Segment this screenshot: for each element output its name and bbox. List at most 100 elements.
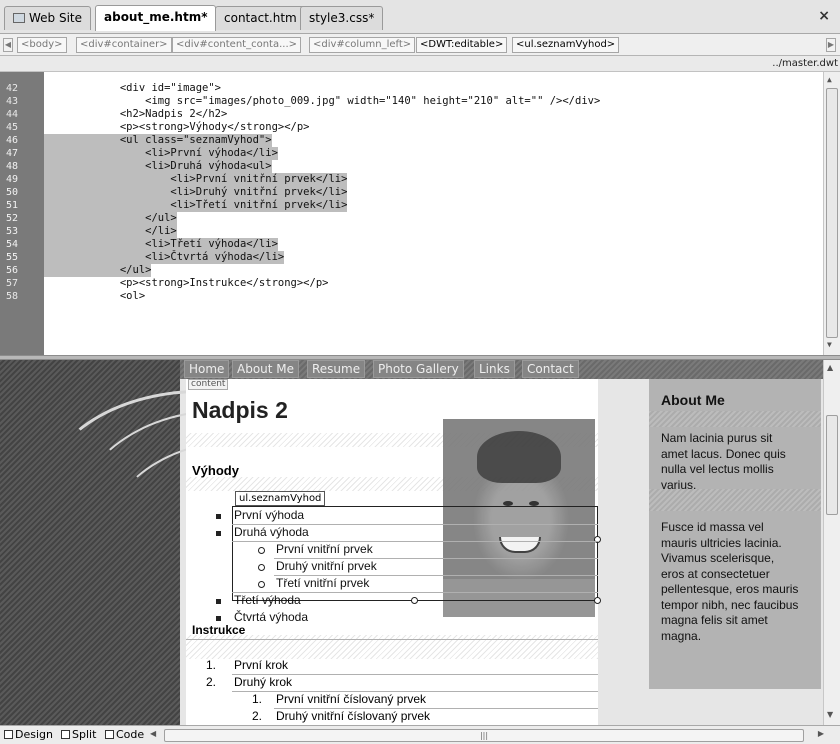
line-number: 56 <box>6 265 19 276</box>
list-item[interactable]: Třetí výhoda <box>234 593 301 608</box>
line-number: 50 <box>6 187 19 198</box>
tab-web-site[interactable]: Web Site <box>4 6 92 30</box>
ol-item[interactable]: Druhý krok <box>234 675 292 690</box>
code-text: <li>Čtvrtá výhoda</li> <box>44 251 285 264</box>
bullet <box>216 599 221 604</box>
tag-body[interactable]: <body> <box>17 37 67 53</box>
scrollbar-thumb[interactable] <box>826 415 838 515</box>
text-line: mauris ultricies lacinia. <box>661 535 782 550</box>
tag-dwt-editable[interactable]: <DWT:editable> <box>416 37 508 53</box>
page-heading[interactable]: Nadpis 2 <box>192 397 288 424</box>
editable-region-tag: content <box>188 379 229 390</box>
list-item[interactable]: Druhý vnitřní prvek <box>276 559 377 574</box>
text-line: Vivamus scelerisque, <box>661 551 775 565</box>
text-line: Fusce id massa vel <box>661 520 764 534</box>
code-line[interactable]: 42 <div id="image"> <box>0 82 820 95</box>
code-line[interactable]: 44 <h2>Nadpis 2</h2> <box>0 108 820 121</box>
ol-number: 2. <box>252 709 263 723</box>
resize-handle[interactable] <box>594 597 601 604</box>
ol-item[interactable]: Druhý vnitřní číslovaný prvek <box>276 709 430 724</box>
scrollbar-thumb[interactable] <box>826 88 838 338</box>
design-vertical-scrollbar[interactable]: ▲ ▼ <box>823 360 840 725</box>
code-line[interactable]: 47 <li>První výhoda</li> <box>0 147 820 160</box>
tag-div-container[interactable]: <div#container> <box>76 37 172 53</box>
ol-item[interactable]: První vnitřní číslovaný prvek <box>276 692 426 707</box>
scroll-right-icon[interactable]: ▶ <box>826 38 836 52</box>
code-vertical-scrollbar[interactable]: ▲ ▼ <box>823 72 840 355</box>
text-line: tempor nibh, nec faucibus <box>661 597 799 612</box>
scroll-down-icon[interactable]: ▼ <box>827 340 832 349</box>
scroll-up-icon[interactable]: ▲ <box>827 75 832 84</box>
code-line[interactable]: 45 <p><strong>Výhody</strong></p> <box>0 121 820 134</box>
code-line[interactable]: 48 <li>Druhá výhoda<ul> <box>0 160 820 173</box>
code-view[interactable]: 42 <div id="image"> 43 <img src="images/p… <box>0 72 840 355</box>
tab-style3-css[interactable]: style3.css* <box>300 6 384 30</box>
code-line[interactable]: 52 </ul> <box>0 212 820 225</box>
vyhody-heading[interactable]: Výhody <box>192 463 239 478</box>
nav-photo-gallery[interactable]: Photo Gallery <box>373 360 464 378</box>
scroll-right-icon[interactable]: ▶ <box>818 729 824 738</box>
code-line[interactable]: 43 <img src="images/photo_009.jpg" width… <box>0 95 820 108</box>
code-line[interactable]: 46 <ul class="seznamVyhod"> <box>0 134 820 147</box>
code-line[interactable]: 50 <li>Druhý vnitřní prvek</li> <box>0 186 820 199</box>
code-line[interactable]: 49 <li>První vnitřní prvek</li> <box>0 173 820 186</box>
tag-div-column-left[interactable]: <div#column_left> <box>309 37 416 53</box>
code-text: <ol> <box>44 290 146 302</box>
instrukce-heading[interactable]: Instrukce <box>192 623 245 637</box>
list-item[interactable]: Třetí vnitřní prvek <box>276 576 369 591</box>
tag-ul-seznamvyhod[interactable]: <ul.seznamVyhod> <box>512 37 620 53</box>
text-line: magna felis sit amet <box>661 613 768 627</box>
nav-contact[interactable]: Contact <box>522 360 579 378</box>
nav-links[interactable]: Links <box>474 360 515 378</box>
sidebar-title[interactable]: About Me <box>661 392 725 408</box>
bullet <box>258 581 265 588</box>
tab-contact[interactable]: contact.htm <box>215 6 306 30</box>
site-navigation: Home About Me Resume Photo Gallery Links… <box>180 360 823 379</box>
row-divider <box>186 639 598 640</box>
scroll-down-icon[interactable]: ▼ <box>827 710 833 719</box>
nav-about-me[interactable]: About Me <box>232 360 300 378</box>
scrollbar-thumb[interactable]: ||| <box>164 729 804 742</box>
tag-div-content-container[interactable]: <div#content_conta...> <box>172 37 302 53</box>
list-item[interactable]: První výhoda <box>234 508 304 523</box>
nav-resume[interactable]: Resume <box>307 360 366 378</box>
line-number: 47 <box>6 148 19 159</box>
design-view-button[interactable]: Design <box>4 728 53 743</box>
line-number: 54 <box>6 239 19 250</box>
resize-handle[interactable] <box>411 597 418 604</box>
code-text: <li>Druhá výhoda<ul> <box>44 160 272 173</box>
code-text: <li>První vnitřní prvek</li> <box>44 173 348 186</box>
header-photo-road <box>0 360 380 725</box>
code-line[interactable]: 53 </li> <box>0 225 820 238</box>
code-view-button[interactable]: Code <box>105 728 144 743</box>
code-text: <h2>Nadpis 2</h2> <box>44 108 228 120</box>
code-icon <box>105 730 114 739</box>
tab-label: contact.htm <box>224 11 297 25</box>
split-view-button[interactable]: Split <box>61 728 96 743</box>
nav-home[interactable]: Home <box>184 360 230 378</box>
template-path: ../master.dwt <box>0 56 840 72</box>
code-line[interactable]: 58 <ol> <box>0 290 820 303</box>
code-text: <li>Třetí vnitřní prvek</li> <box>44 199 348 212</box>
ol-item[interactable]: První krok <box>234 658 288 673</box>
code-line[interactable]: 55 <li>Čtvrtá výhoda</li> <box>0 251 820 264</box>
split-icon <box>61 730 70 739</box>
code-line[interactable]: 57 <p><strong>Instrukce</strong></p> <box>0 277 820 290</box>
sidebar-paragraph-2[interactable]: Fusce id massa vel mauris ultricies laci… <box>661 520 798 644</box>
code-line[interactable]: 54 <li>Třetí výhoda</li> <box>0 238 820 251</box>
scroll-up-icon[interactable]: ▲ <box>827 363 833 372</box>
tab-about-me[interactable]: about_me.htm* <box>95 5 217 31</box>
text-line: eros at consectetuer <box>661 566 770 581</box>
scroll-left-icon[interactable]: ◀ <box>150 729 156 738</box>
code-line[interactable]: 56 </ul> <box>0 264 820 277</box>
code-text: <ul class="seznamVyhod"> <box>44 134 272 147</box>
code-line[interactable]: 51 <li>Třetí vnitřní prvek</li> <box>0 199 820 212</box>
sidebar-paragraph-1[interactable]: Nam lacinia purus sit amet lacus. Donec … <box>661 431 786 493</box>
horizontal-scrollbar[interactable]: ◀ ||| ▶ <box>150 729 824 742</box>
view-mode-bar: Design Split Code ◀ ||| ▶ <box>0 725 840 744</box>
close-document-icon[interactable]: × <box>818 8 830 24</box>
list-item[interactable]: Druhá výhoda <box>234 525 309 540</box>
design-label: Design <box>15 728 53 741</box>
scroll-left-icon[interactable]: ◀ <box>3 38 13 52</box>
list-item[interactable]: První vnitřní prvek <box>276 542 373 557</box>
